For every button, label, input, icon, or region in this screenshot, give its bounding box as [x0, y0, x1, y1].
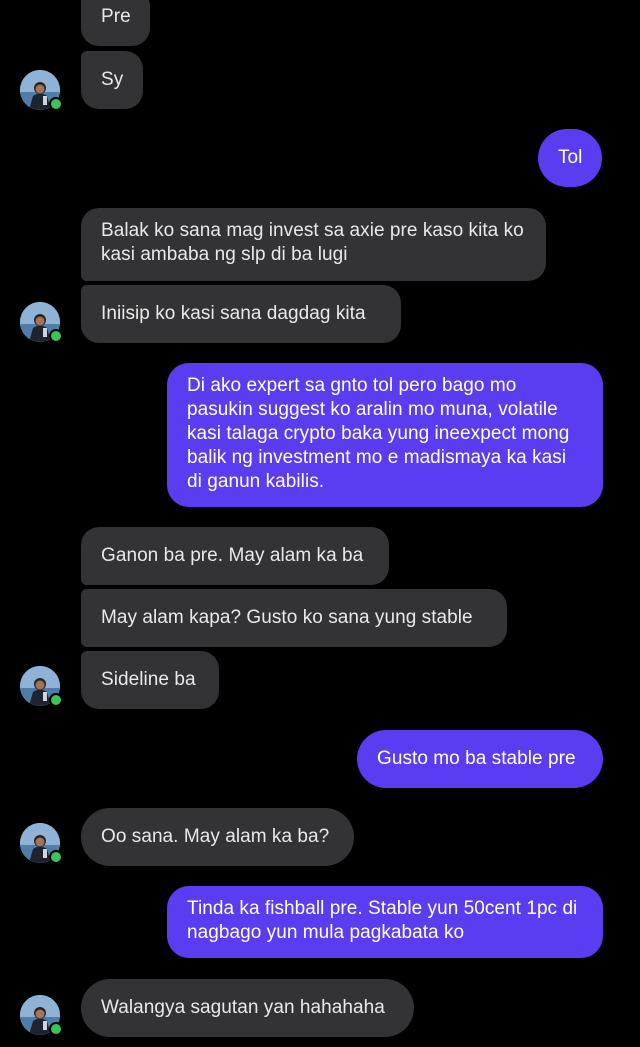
message-bubble-incoming[interactable]: Balak ko sana mag invest sa axie pre kas… — [81, 208, 546, 281]
friend-avatar[interactable] — [20, 302, 63, 343]
message-bubble-incoming[interactable]: May alam kapa? Gusto ko sana yung stable — [81, 589, 507, 647]
online-status-icon — [49, 329, 63, 343]
online-status-icon — [49, 97, 63, 111]
message-bubble-outgoing[interactable]: Tol — [538, 129, 602, 187]
chat-thread[interactable]: Pre Sy Tol Balak ko sana mag invest sa a… — [0, 0, 640, 1047]
message-bubble-incoming[interactable]: Pre — [81, 0, 150, 46]
message-bubble-incoming[interactable]: Iniisip ko kasi sana dagdag kita — [81, 285, 401, 343]
message-bubble-outgoing[interactable]: Di ako expert sa gnto tol pero bago mo p… — [167, 363, 603, 507]
message-bubble-outgoing[interactable]: Tinda ka fishball pre. Stable yun 50cent… — [167, 886, 603, 958]
message-bubble-incoming[interactable]: Oo sana. May alam ka ba? — [81, 808, 354, 866]
message-bubble-incoming[interactable]: Ganon ba pre. May alam ka ba — [81, 527, 389, 585]
friend-avatar[interactable] — [20, 995, 63, 1036]
online-status-icon — [49, 850, 63, 864]
friend-avatar[interactable] — [20, 70, 63, 111]
online-status-icon — [49, 693, 63, 707]
message-bubble-incoming[interactable]: Sideline ba — [81, 651, 219, 709]
online-status-icon — [49, 1022, 63, 1036]
message-bubble-incoming[interactable]: Sy — [81, 51, 143, 109]
message-bubble-outgoing[interactable]: Gusto mo ba stable pre — [357, 730, 603, 788]
friend-avatar[interactable] — [20, 823, 63, 864]
friend-avatar[interactable] — [20, 666, 63, 707]
message-bubble-incoming[interactable]: Walangya sagutan yan hahahaha — [81, 979, 414, 1037]
